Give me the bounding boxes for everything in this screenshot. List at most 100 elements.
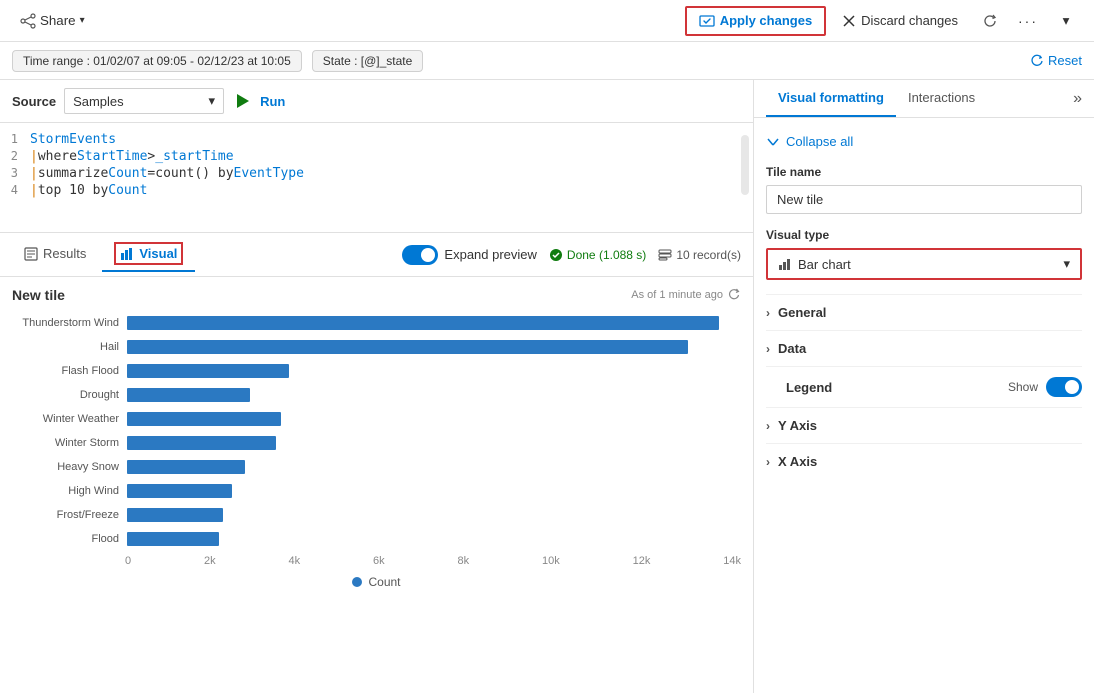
collapse-all-button[interactable]: Collapse all — [766, 130, 853, 153]
bar-label: Flash Flood — [22, 365, 127, 377]
code-editor[interactable]: 1 StormEvents 2 | where StartTime > _sta… — [0, 123, 753, 233]
visual-type-select[interactable]: Bar chart ▾ — [766, 248, 1082, 280]
collapse-icon — [766, 135, 780, 149]
bar-fill — [127, 508, 223, 522]
legend-label: Count — [368, 575, 400, 589]
legend-toggle[interactable] — [1046, 377, 1082, 397]
code-text-1: StormEvents — [30, 132, 116, 147]
reset-label: Reset — [1048, 53, 1082, 68]
legend-section-label: Legend — [766, 380, 832, 395]
right-panel: Visual formatting Interactions » Collaps… — [754, 80, 1094, 693]
data-chevron-icon: › — [766, 342, 770, 356]
tile-name-group: Tile name — [766, 165, 1082, 214]
apply-changes-button[interactable]: Apply changes — [685, 6, 826, 36]
run-button[interactable]: Run — [260, 94, 285, 109]
bar-row: Winter Storm — [22, 434, 741, 452]
data-section[interactable]: › Data — [766, 330, 1082, 366]
bar-container — [127, 362, 741, 380]
share-icon — [20, 13, 36, 29]
legend-show-label: Show — [1008, 380, 1038, 394]
data-label-wrap: › Data — [766, 341, 806, 356]
x-axis-tick: 4k — [289, 555, 301, 567]
collapse-all-label: Collapse all — [786, 134, 853, 149]
code-lines: 1 StormEvents 2 | where StartTime > _sta… — [0, 131, 737, 224]
apply-label: Apply changes — [720, 13, 812, 28]
tabs-right: Expand preview Done (1.088 s) 10 record(… — [402, 245, 741, 265]
expand-preview-toggle[interactable]: Expand preview — [402, 245, 537, 265]
tab-results[interactable]: Results — [12, 241, 98, 268]
refresh-button[interactable] — [974, 5, 1006, 37]
tile-name-input[interactable] — [766, 185, 1082, 214]
tab-visual[interactable]: Visual — [102, 237, 195, 272]
code-scrollbar[interactable] — [741, 135, 749, 195]
results-icon — [24, 247, 38, 261]
code-line-1: 1 StormEvents — [0, 131, 737, 148]
legend-row: Legend Show — [766, 366, 1082, 407]
y-axis-chevron-icon: › — [766, 419, 770, 433]
source-chevron-icon: ▾ — [209, 93, 216, 109]
chart-header: New tile As of 1 minute ago — [12, 287, 741, 303]
bar-label: Flood — [22, 533, 127, 545]
time-range-filter[interactable]: Time range : 01/02/07 at 09:05 - 02/12/2… — [12, 50, 302, 72]
bar-row: Winter Weather — [22, 410, 741, 428]
bar-container — [127, 482, 741, 500]
x-axis-section[interactable]: › X Axis — [766, 443, 1082, 479]
visual-formatting-label: Visual formatting — [778, 90, 884, 105]
share-button[interactable]: Share ▾ — [12, 5, 93, 37]
general-chevron-icon: › — [766, 306, 770, 320]
y-axis-label: Y Axis — [778, 418, 817, 433]
timestamp-label: As of 1 minute ago — [631, 289, 723, 301]
discard-x-icon — [842, 14, 856, 28]
bar-row: High Wind — [22, 482, 741, 500]
expand-preview-label: Expand preview — [444, 247, 537, 262]
toolbar: Share ▾ Apply changes Discard changes ··… — [0, 0, 1094, 42]
source-select[interactable]: Samples ▾ — [64, 88, 224, 114]
bar-fill — [127, 412, 281, 426]
bar-fill — [127, 388, 250, 402]
bar-chart: Thunderstorm WindHailFlash FloodDroughtW… — [12, 311, 741, 551]
reset-icon — [1030, 54, 1044, 68]
tile-name-label: Tile name — [766, 165, 1082, 179]
general-section[interactable]: › General — [766, 294, 1082, 330]
tab-visual-formatting[interactable]: Visual formatting — [766, 80, 896, 117]
bar-fill — [127, 532, 219, 546]
apply-icon — [699, 13, 715, 29]
right-tabs: Visual formatting Interactions » — [754, 80, 1094, 118]
tab-visual-box: Visual — [114, 242, 183, 265]
toggle-expand[interactable] — [402, 245, 438, 265]
x-axis: 02k4k6k8k10k12k14k — [12, 555, 741, 567]
chevron-down-button[interactable]: ▾ — [1050, 5, 1082, 37]
reset-button[interactable]: Reset — [1030, 53, 1082, 68]
x-axis-tick: 0 — [125, 555, 131, 567]
bar-fill — [127, 316, 719, 330]
refresh-small-icon[interactable] — [727, 288, 741, 302]
filterbar-right: Reset — [1030, 53, 1082, 68]
bar-label: Winter Storm — [22, 437, 127, 449]
visual-type-group: Visual type Bar chart ▾ — [766, 228, 1082, 280]
state-filter[interactable]: State : [@]_state — [312, 50, 424, 72]
time-range-label: Time range : 01/02/07 at 09:05 - 02/12/2… — [23, 54, 291, 68]
bar-label: Thunderstorm Wind — [22, 317, 127, 329]
tab-interactions[interactable]: Interactions — [896, 80, 987, 117]
bar-label: Winter Weather — [22, 413, 127, 425]
source-label: Source — [12, 94, 56, 109]
x-axis-label: X Axis — [778, 454, 817, 469]
toolbar-left: Share ▾ — [12, 5, 93, 37]
filterbar: Time range : 01/02/07 at 09:05 - 02/12/2… — [0, 42, 1094, 80]
x-axis-tick: 10k — [542, 555, 560, 567]
play-icon[interactable] — [232, 91, 252, 111]
source-value: Samples — [73, 94, 124, 109]
records-icon — [658, 248, 672, 262]
general-label-wrap: › General — [766, 305, 826, 320]
discard-changes-button[interactable]: Discard changes — [832, 8, 968, 33]
refresh-icon — [982, 13, 998, 29]
bar-label: Drought — [22, 389, 127, 401]
expand-panel-button[interactable]: » — [1073, 90, 1082, 108]
x-axis-tick: 6k — [373, 555, 385, 567]
more-options-button[interactable]: ··· — [1012, 5, 1044, 37]
bar-label: Frost/Freeze — [22, 509, 127, 521]
y-axis-section[interactable]: › Y Axis — [766, 407, 1082, 443]
bar-row: Flood — [22, 530, 741, 548]
more-dots-icon: ··· — [1018, 13, 1038, 29]
chart-title: New tile — [12, 287, 65, 303]
